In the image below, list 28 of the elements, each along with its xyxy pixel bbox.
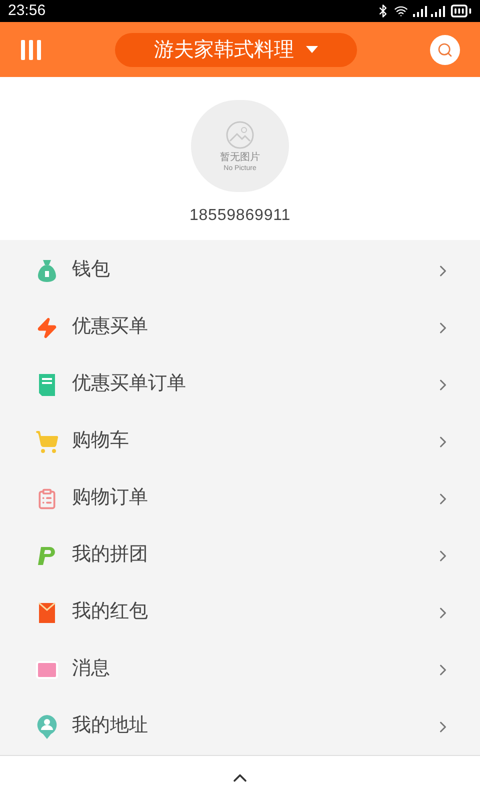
menu-item[interactable]: 我的拼团 [0,527,480,584]
search-icon [437,42,453,58]
menu-item[interactable]: 购物订单 [0,470,480,528]
wifi-icon [394,4,408,18]
menu-label: 优惠买单订单 [72,372,187,396]
menu-item[interactable]: 我的地址 [0,698,480,756]
avatar-caption: 暂无图片 [220,152,260,163]
status-time: 23:56 [8,0,46,21]
menu-label: 购物车 [72,429,130,454]
menu-label: 我的红包 [72,600,149,624]
menu-item[interactable]: 钱包 [0,242,480,300]
menu-icon[interactable] [20,38,42,61]
image-icon [226,120,254,149]
menu-label: 优惠买单 [72,315,149,340]
phone-number: 18559869911 [189,206,291,226]
caret-icon [306,46,318,54]
menu-item[interactable]: 购物车 [0,413,480,470]
menu-item[interactable]: 优惠买单订单 [0,356,480,414]
search-button[interactable] [430,34,460,65]
menu-label: 钱包 [72,258,111,282]
menu-label: 我的地址 [72,714,149,738]
menu-item[interactable]: 消息 [0,641,480,698]
menu-item[interactable]: 优惠买单 [0,299,480,356]
menu-label: 购物订单 [72,486,149,510]
menu-item[interactable]: 我的红包 [0,584,480,642]
signal-icon [412,5,446,17]
menu-label: 我的拼团 [72,543,149,568]
menu-label: 消息 [72,657,111,682]
